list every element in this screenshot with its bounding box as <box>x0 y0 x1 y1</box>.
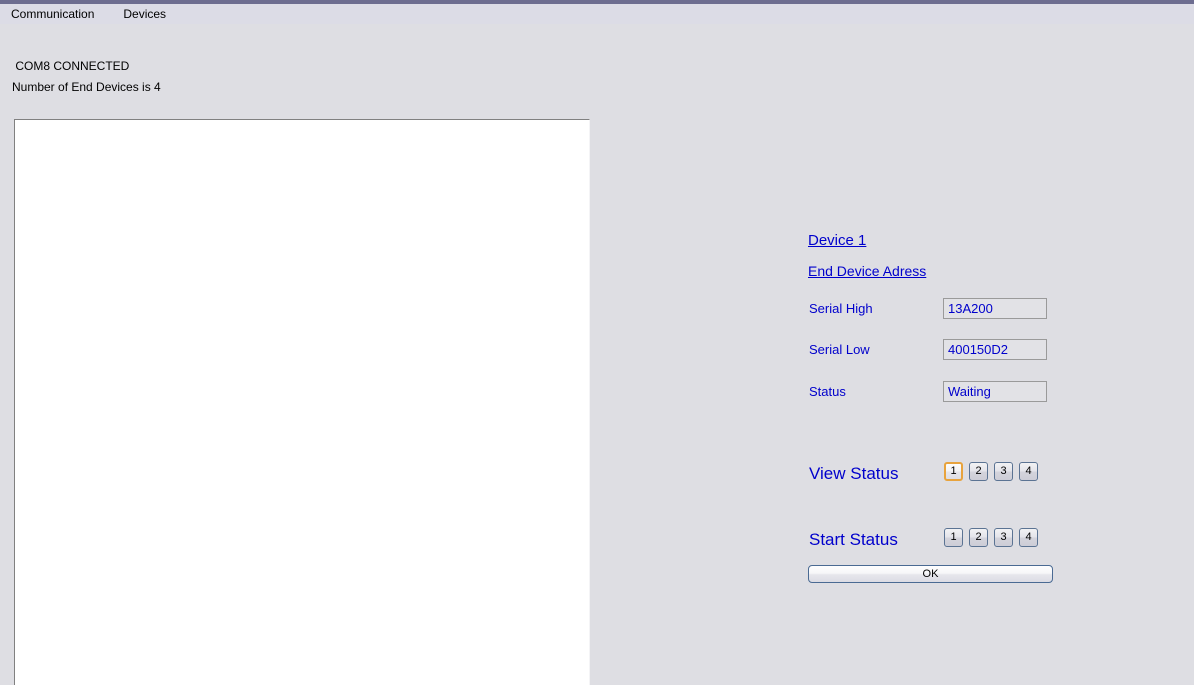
status-label: Status <box>809 384 846 399</box>
view-status-label: View Status <box>809 464 899 483</box>
view-status-button-4[interactable]: 4 <box>1019 462 1038 481</box>
serial-high-input[interactable]: 13A200 <box>943 298 1047 319</box>
end-device-address-heading-link[interactable]: End Device Adress <box>808 262 926 280</box>
start-status-button-group: 1 2 3 4 <box>944 528 1038 547</box>
serial-low-row: Serial Low 400150D2 <box>808 339 1068 361</box>
com-port-status-text: COM8 CONNECTED <box>12 59 130 73</box>
device-title-link[interactable]: Device 1 <box>808 232 866 250</box>
view-status-button-group: 1 2 3 4 <box>944 462 1038 481</box>
start-status-button-2[interactable]: 2 <box>969 528 988 547</box>
view-status-button-2[interactable]: 2 <box>969 462 988 481</box>
connection-status-block: COM8 CONNECTED Number of End Devices is … <box>12 58 512 95</box>
status-value-input[interactable]: Waiting <box>943 381 1047 402</box>
ok-button[interactable]: OK <box>808 565 1053 583</box>
start-status-button-1[interactable]: 1 <box>944 528 963 547</box>
menu-item-devices[interactable]: Devices <box>123 6 172 22</box>
view-status-button-1[interactable]: 1 <box>944 462 963 481</box>
end-device-count-text: Number of End Devices is 4 <box>12 80 161 94</box>
view-status-button-3[interactable]: 3 <box>994 462 1013 481</box>
end-device-form-panel: Device 1 End Device Adress Serial High 1… <box>808 232 1068 583</box>
serial-high-label: Serial High <box>809 301 873 316</box>
status-row: Status Waiting <box>808 381 1068 403</box>
serial-low-label: Serial Low <box>809 342 870 357</box>
serial-low-input[interactable]: 400150D2 <box>943 339 1047 360</box>
start-status-button-4[interactable]: 4 <box>1019 528 1038 547</box>
serial-high-row: Serial High 13A200 <box>808 298 1068 320</box>
start-status-label: Start Status <box>809 530 898 549</box>
log-output-panel[interactable] <box>14 119 590 685</box>
menu-item-communication[interactable]: Communication <box>11 6 100 22</box>
start-status-button-3[interactable]: 3 <box>994 528 1013 547</box>
menu-bar: Communication Devices <box>0 0 1194 24</box>
